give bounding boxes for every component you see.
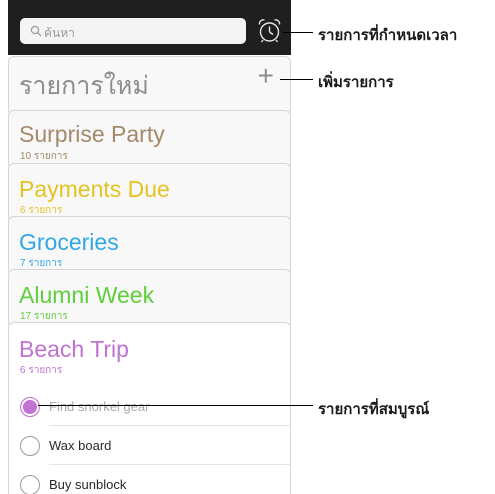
list-title: Beach Trip [19, 336, 129, 362]
new-list-card[interactable]: รายการใหม่ + [8, 56, 291, 116]
search-placeholder: ค้นหา [44, 26, 75, 40]
list-title: Surprise Party [19, 121, 165, 147]
list-card-beach-trip[interactable]: Beach Trip 6 รายการ Find snorkel gear Wa… [8, 322, 291, 494]
list-title: Alumni Week [19, 282, 155, 308]
reminder-text: Wax board [49, 438, 112, 453]
list-card-payments-due[interactable]: Payments Due 6 รายการ [8, 163, 291, 223]
callout-add-list: เพิ่มรายการ [318, 74, 394, 91]
completed-checkbox[interactable] [20, 397, 40, 417]
list-card-groceries[interactable]: Groceries 7 รายการ [8, 216, 291, 276]
callout-line-add-list [280, 79, 313, 80]
list-title: Payments Due [19, 176, 170, 202]
reminder-text: Find snorkel gear [49, 399, 150, 414]
search-field[interactable]: ค้นหา [20, 18, 246, 44]
reminder-item[interactable]: Wax board [9, 427, 291, 465]
reminder-item[interactable]: Find snorkel gear [9, 388, 291, 426]
callout-completed: รายการที่สมบูรณ์ [318, 401, 430, 418]
search-icon [30, 25, 42, 37]
callout-line-scheduled [283, 32, 313, 33]
alarm-clock-icon[interactable] [256, 17, 283, 44]
new-list-label: รายการใหม่ [19, 72, 149, 100]
checkbox[interactable] [20, 475, 40, 494]
divider [49, 425, 291, 426]
reminder-item[interactable]: Buy sunblock [9, 466, 291, 494]
list-card-surprise-party[interactable]: Surprise Party 10 รายการ [8, 110, 291, 170]
callout-scheduled: รายการที่กำหนดเวลา [318, 27, 458, 44]
list-count: 10 รายการ [20, 151, 68, 162]
list-card-alumni-week[interactable]: Alumni Week 17 รายการ [8, 269, 291, 329]
reminders-screen: ค้นหา รายการใหม่ + Surprise Party 10 ราย… [8, 0, 291, 494]
top-bar: ค้นหา [8, 0, 291, 55]
callout-line-completed [38, 405, 313, 406]
list-title: Groceries [19, 229, 119, 255]
divider [49, 464, 291, 465]
list-count: 6 รายการ [20, 365, 63, 376]
plus-icon[interactable]: + [258, 60, 274, 92]
checkbox[interactable] [20, 436, 40, 456]
reminder-text: Buy sunblock [49, 477, 127, 492]
